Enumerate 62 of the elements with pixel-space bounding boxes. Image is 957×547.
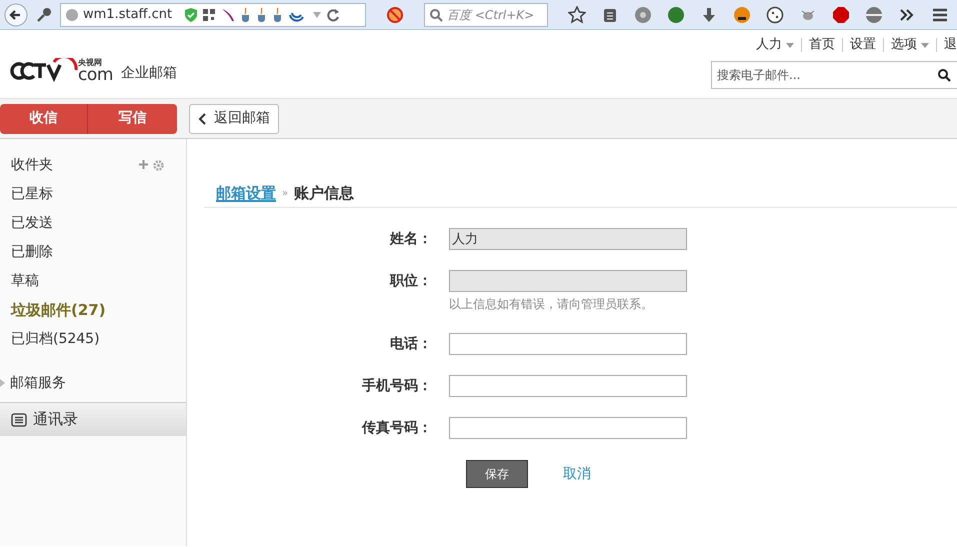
cancel-link[interactable]: 取消 [563,464,591,484]
star-icon[interactable] [568,6,586,24]
field-label: 传真号码： [360,419,433,438]
breadcrumb-current: 账户信息 [294,183,354,204]
nav-link[interactable]: 人力 [756,35,794,55]
field-label: 手机号码： [361,377,433,396]
nav-link[interactable]: 退 [944,35,957,55]
folder-link[interactable]: 已删除 [11,242,53,263]
url-text: wm1.staff.cnt [83,6,172,24]
nav-link[interactable]: 设置 [850,35,876,55]
breadcrumb-link[interactable]: 邮箱设置 [216,182,276,205]
search-field[interactable]: 百度 <Ctrl+K> [424,2,548,26]
plus-icon[interactable] [139,160,148,171]
text-field[interactable] [449,333,687,355]
contacts-tab[interactable]: 通讯录 [0,402,186,436]
address-bar[interactable]: wm1.staff.cnt [60,2,366,26]
caret-icon [921,42,929,48]
field-label: 姓名： [388,230,433,249]
folder-link[interactable]: 垃圾邮件(27) [11,299,106,322]
feather-icon [220,6,236,22]
text-field[interactable] [449,417,687,439]
hint-text: 以上信息如有错误，请向管理员联系。 [449,296,654,313]
key-icon[interactable] [36,6,52,22]
save-button[interactable]: 保存 [466,460,528,488]
logo-title: 企业邮箱 [121,64,178,83]
qr-code-icon [202,8,216,22]
ball-icon[interactable] [667,6,685,24]
search-icon[interactable] [937,68,951,82]
download-icon[interactable] [700,6,718,24]
compose-button[interactable]: 写信 [88,104,177,134]
search-icon [429,8,443,22]
back-button[interactable]: 返回邮箱 [189,104,279,134]
field-label: 电话： [389,335,433,354]
cctv-logo-icon [10,58,78,84]
caret-icon [786,42,794,48]
folder-link[interactable]: 已归档(5245) [11,329,100,350]
disc-icon[interactable] [634,6,652,24]
text-field[interactable] [449,375,687,397]
back-icon[interactable] [4,2,28,26]
field-label: 职位： [388,272,433,291]
logo-com: com [78,67,114,84]
logo-subtitle: 央视网 [78,59,103,67]
cookie-icon[interactable] [766,6,784,24]
mail-search-field[interactable]: 搜索电子邮件... [711,61,957,89]
abp-icon[interactable] [832,6,850,24]
nav-link[interactable]: 选项 [891,35,929,55]
receive-button[interactable]: 收信 [0,104,88,134]
services-link[interactable]: 邮箱服务 [10,372,66,394]
list-icon [11,412,27,426]
shield-icon [184,6,198,22]
globe-icon[interactable] [865,6,883,24]
reload-icon[interactable] [326,8,340,22]
globe-icon [65,8,79,22]
chevron-left-icon [198,112,206,124]
folder-link[interactable]: 草稿 [11,271,39,292]
breadcrumb-separator: » [282,187,288,201]
blocked-icon[interactable] [386,6,404,24]
nav-link[interactable]: 首页 [809,35,835,55]
folder-link[interactable]: 收件夹 [11,155,53,176]
caret-icon [312,10,322,18]
folder-link[interactable]: 已星标 [11,184,53,205]
folder-link[interactable]: 已发送 [11,213,53,234]
